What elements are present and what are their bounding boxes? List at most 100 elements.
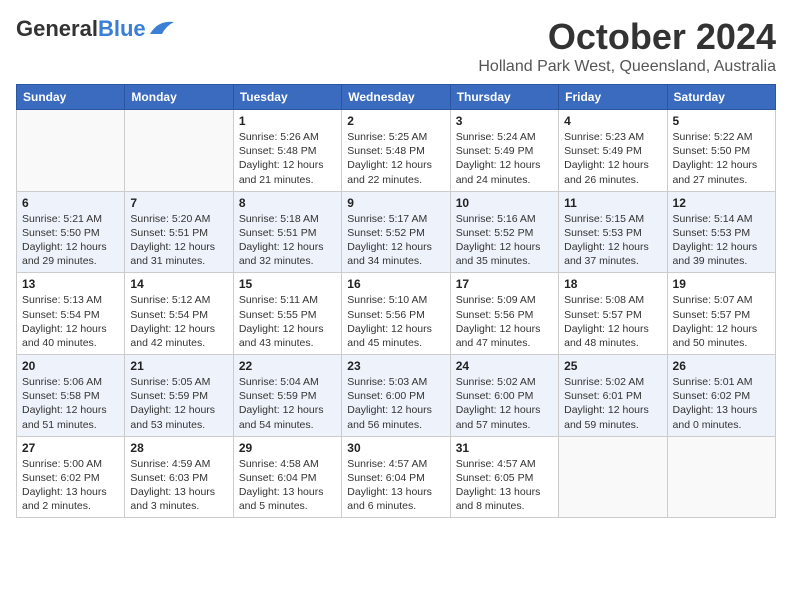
- calendar-cell: [667, 436, 775, 518]
- calendar-cell: 14Sunrise: 5:12 AMSunset: 5:54 PMDayligh…: [125, 273, 233, 355]
- calendar-cell: 22 Sunrise: 5:04 AMSunset: 5:59 PMDayligh…: [233, 355, 341, 437]
- day-info: Sunrise: 5:02 AMSunset: 6:01 PMDaylight:…: [564, 375, 661, 432]
- day-number: 22: [239, 359, 336, 373]
- day-info: Sunrise: 5:09 AMSunset: 5:56 PMDaylight:…: [456, 293, 553, 350]
- day-info: Sunrise: 5:17 AMSunset: 5:52 PMDaylight:…: [347, 212, 444, 269]
- calendar-cell: 1Sunrise: 5:26 AMSunset: 5:48 PMDaylight…: [233, 110, 341, 192]
- calendar-cell: 10 Sunrise: 5:16 AMSunset: 5:52 PMDayligh…: [450, 191, 558, 273]
- calendar-cell: [125, 110, 233, 192]
- calendar-cell: 13 Sunrise: 5:13 AMSunset: 5:54 PMDayligh…: [17, 273, 125, 355]
- calendar-cell: 11 Sunrise: 5:15 AMSunset: 5:53 PMDayligh…: [559, 191, 667, 273]
- day-info: Sunrise: 5:11 AMSunset: 5:55 PMDaylight:…: [239, 293, 336, 350]
- day-info: Sunrise: 4:57 AMSunset: 6:04 PMDaylight:…: [347, 457, 444, 514]
- day-number: 26: [673, 359, 770, 373]
- calendar-cell: 27 Sunrise: 5:00 AMSunset: 6:02 PMDayligh…: [17, 436, 125, 518]
- day-number: 10: [456, 196, 553, 210]
- page-header: General Blue October 2024 Holland Park W…: [16, 16, 776, 76]
- day-of-week-monday: Monday: [125, 85, 233, 110]
- day-number: 30: [347, 441, 444, 455]
- day-of-week-tuesday: Tuesday: [233, 85, 341, 110]
- day-number: 3: [456, 114, 553, 128]
- logo-general: General: [16, 16, 98, 42]
- day-number: 15: [239, 277, 336, 291]
- day-number: 21: [130, 359, 227, 373]
- day-info: Sunrise: 5:20 AMSunset: 5:51 PMDaylight:…: [130, 212, 227, 269]
- day-info: Sunrise: 5:23 AMSunset: 5:49 PMDaylight:…: [564, 130, 661, 187]
- calendar-cell: 16Sunrise: 5:10 AMSunset: 5:56 PMDayligh…: [342, 273, 450, 355]
- month-title: October 2024: [478, 16, 776, 58]
- logo: General Blue: [16, 16, 176, 42]
- calendar-cell: 26 Sunrise: 5:01 AMSunset: 6:02 PMDayligh…: [667, 355, 775, 437]
- day-info: Sunrise: 5:25 AMSunset: 5:48 PMDaylight:…: [347, 130, 444, 187]
- day-info: Sunrise: 5:08 AMSunset: 5:57 PMDaylight:…: [564, 293, 661, 350]
- calendar-cell: 6Sunrise: 5:21 AMSunset: 5:50 PMDaylight…: [17, 191, 125, 273]
- calendar-cell: 17 Sunrise: 5:09 AMSunset: 5:56 PMDayligh…: [450, 273, 558, 355]
- day-number: 6: [22, 196, 119, 210]
- day-number: 27: [22, 441, 119, 455]
- day-info: Sunrise: 5:16 AMSunset: 5:52 PMDaylight:…: [456, 212, 553, 269]
- calendar-cell: 20Sunrise: 5:06 AMSunset: 5:58 PMDayligh…: [17, 355, 125, 437]
- calendar-cell: 12 Sunrise: 5:14 AMSunset: 5:53 PMDayligh…: [667, 191, 775, 273]
- day-info: Sunrise: 5:03 AMSunset: 6:00 PMDaylight:…: [347, 375, 444, 432]
- day-number: 24: [456, 359, 553, 373]
- calendar-cell: 2 Sunrise: 5:25 AMSunset: 5:48 PMDaylight…: [342, 110, 450, 192]
- day-of-week-friday: Friday: [559, 85, 667, 110]
- day-number: 7: [130, 196, 227, 210]
- day-number: 23: [347, 359, 444, 373]
- location-title: Holland Park West, Queensland, Australia: [478, 58, 776, 76]
- day-of-week-thursday: Thursday: [450, 85, 558, 110]
- calendar-cell: 25 Sunrise: 5:02 AMSunset: 6:01 PMDayligh…: [559, 355, 667, 437]
- day-number: 31: [456, 441, 553, 455]
- day-info: Sunrise: 5:04 AMSunset: 5:59 PMDaylight:…: [239, 375, 336, 432]
- day-number: 28: [130, 441, 227, 455]
- day-number: 12: [673, 196, 770, 210]
- day-number: 19: [673, 277, 770, 291]
- day-info: Sunrise: 5:14 AMSunset: 5:53 PMDaylight:…: [673, 212, 770, 269]
- day-number: 9: [347, 196, 444, 210]
- day-info: Sunrise: 5:00 AMSunset: 6:02 PMDaylight:…: [22, 457, 119, 514]
- day-number: 18: [564, 277, 661, 291]
- calendar-cell: 15 Sunrise: 5:11 AMSunset: 5:55 PMDayligh…: [233, 273, 341, 355]
- calendar-cell: 19 Sunrise: 5:07 AMSunset: 5:57 PMDayligh…: [667, 273, 775, 355]
- day-info: Sunrise: 5:02 AMSunset: 6:00 PMDaylight:…: [456, 375, 553, 432]
- calendar-cell: 24 Sunrise: 5:02 AMSunset: 6:00 PMDayligh…: [450, 355, 558, 437]
- day-number: 2: [347, 114, 444, 128]
- day-info: Sunrise: 5:22 AMSunset: 5:50 PMDaylight:…: [673, 130, 770, 187]
- logo-wing-icon: [148, 18, 176, 36]
- day-info: Sunrise: 5:07 AMSunset: 5:57 PMDaylight:…: [673, 293, 770, 350]
- calendar-cell: 9 Sunrise: 5:17 AMSunset: 5:52 PMDaylight…: [342, 191, 450, 273]
- day-number: 4: [564, 114, 661, 128]
- day-info: Sunrise: 5:15 AMSunset: 5:53 PMDaylight:…: [564, 212, 661, 269]
- calendar-cell: 23 Sunrise: 5:03 AMSunset: 6:00 PMDayligh…: [342, 355, 450, 437]
- day-info: Sunrise: 5:06 AMSunset: 5:58 PMDaylight:…: [22, 375, 119, 432]
- day-info: Sunrise: 5:01 AMSunset: 6:02 PMDaylight:…: [673, 375, 770, 432]
- day-info: Sunrise: 5:13 AMSunset: 5:54 PMDaylight:…: [22, 293, 119, 350]
- day-number: 1: [239, 114, 336, 128]
- day-number: 29: [239, 441, 336, 455]
- day-info: Sunrise: 4:58 AMSunset: 6:04 PMDaylight:…: [239, 457, 336, 514]
- title-block: October 2024 Holland Park West, Queensla…: [478, 16, 776, 76]
- day-number: 25: [564, 359, 661, 373]
- day-info: Sunrise: 4:59 AMSunset: 6:03 PMDaylight:…: [130, 457, 227, 514]
- calendar-cell: 28 Sunrise: 4:59 AMSunset: 6:03 PMDayligh…: [125, 436, 233, 518]
- day-info: Sunrise: 5:24 AMSunset: 5:49 PMDaylight:…: [456, 130, 553, 187]
- logo-blue: Blue: [98, 16, 146, 42]
- calendar-cell: [17, 110, 125, 192]
- calendar-cell: 8 Sunrise: 5:18 AMSunset: 5:51 PMDaylight…: [233, 191, 341, 273]
- calendar-cell: 3 Sunrise: 5:24 AMSunset: 5:49 PMDaylight…: [450, 110, 558, 192]
- day-number: 13: [22, 277, 119, 291]
- day-of-week-sunday: Sunday: [17, 85, 125, 110]
- day-number: 5: [673, 114, 770, 128]
- day-info: Sunrise: 5:05 AMSunset: 5:59 PMDaylight:…: [130, 375, 227, 432]
- day-info: Sunrise: 5:10 AMSunset: 5:56 PMDaylight:…: [347, 293, 444, 350]
- calendar-cell: [559, 436, 667, 518]
- calendar-cell: 30 Sunrise: 4:57 AMSunset: 6:04 PMDayligh…: [342, 436, 450, 518]
- day-number: 17: [456, 277, 553, 291]
- day-info: Sunrise: 5:12 AMSunset: 5:54 PMDaylight:…: [130, 293, 227, 350]
- calendar-cell: 7 Sunrise: 5:20 AMSunset: 5:51 PMDaylight…: [125, 191, 233, 273]
- day-of-week-wednesday: Wednesday: [342, 85, 450, 110]
- day-info: Sunrise: 5:18 AMSunset: 5:51 PMDaylight:…: [239, 212, 336, 269]
- day-number: 8: [239, 196, 336, 210]
- day-number: 11: [564, 196, 661, 210]
- calendar-cell: 21 Sunrise: 5:05 AMSunset: 5:59 PMDayligh…: [125, 355, 233, 437]
